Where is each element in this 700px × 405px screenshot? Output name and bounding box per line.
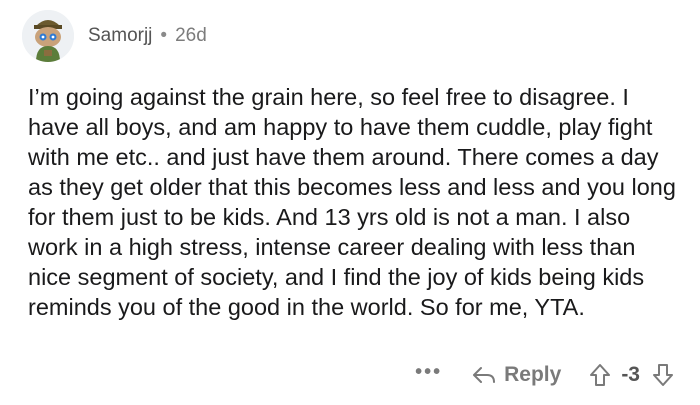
comment-age: 26d — [175, 25, 207, 46]
snoo-avatar-icon — [22, 10, 74, 62]
reply-label: Reply — [504, 363, 562, 386]
more-options-button[interactable]: ••• — [415, 362, 442, 388]
vote-score: -3 — [621, 363, 640, 386]
comment-meta: Samorjj • 26d — [88, 25, 207, 47]
username[interactable]: Samorjj — [88, 25, 152, 47]
comment-body: I’m going against the grain here, so fee… — [28, 84, 676, 320]
comment-header: Samorjj • 26d — [22, 10, 207, 62]
vote-controls: -3 — [589, 363, 674, 387]
downvote-icon[interactable] — [652, 363, 674, 387]
upvote-icon[interactable] — [589, 363, 611, 387]
meta-separator: • — [160, 25, 168, 46]
comment-actions: ••• Reply -3 — [415, 362, 674, 388]
avatar[interactable] — [22, 10, 74, 62]
reply-button[interactable]: Reply — [472, 363, 561, 387]
reply-icon — [473, 367, 496, 383]
